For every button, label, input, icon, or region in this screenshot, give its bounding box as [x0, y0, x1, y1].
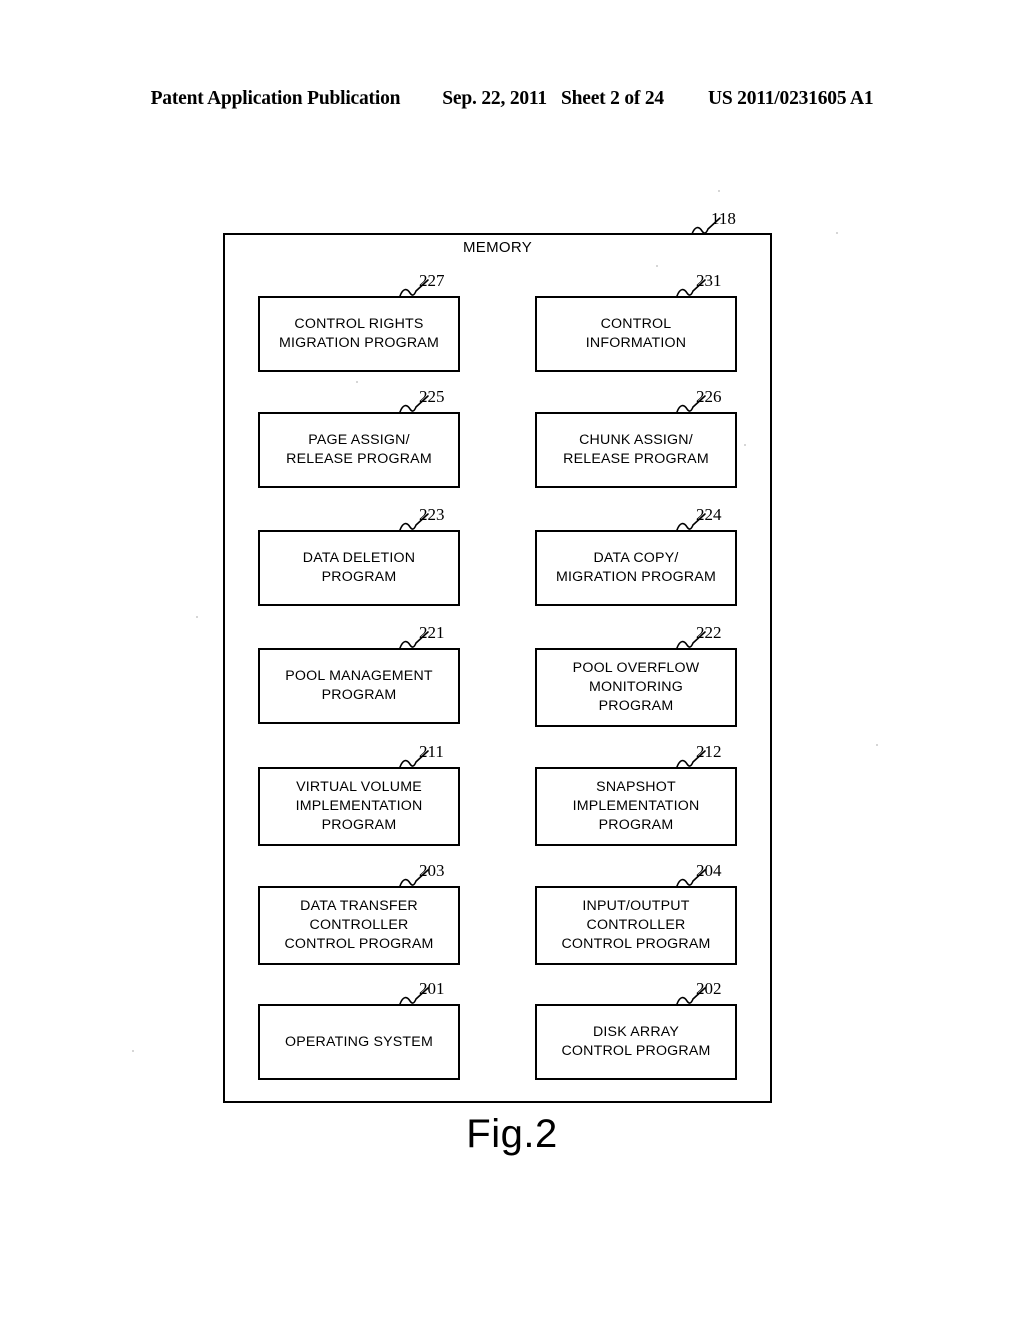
scan-speckle — [836, 232, 838, 234]
memory-block-201-line-1: OPERATING SYSTEM — [285, 1033, 433, 1050]
memory-block-223: DATA DELETION PROGRAM — [258, 530, 460, 606]
memory-block-212-line-3: PROGRAM — [598, 817, 674, 833]
reference-numeral-223: 223 — [419, 505, 445, 524]
memory-block-231-line-1: CONTROL — [600, 316, 672, 332]
memory-block-226: CHUNK ASSIGN/RELEASE PROGRAM — [535, 412, 737, 488]
memory-block-221-line-1: POOL MANAGEMENT — [285, 668, 433, 684]
memory-block-203-line-2: CONTROLLER — [309, 917, 409, 933]
memory-block-212-line-2: IMPLEMENTATION — [572, 798, 700, 814]
memory-block-222-line-3: PROGRAM — [598, 698, 674, 714]
scan-speckle — [744, 444, 746, 446]
memory-block-224: DATA COPY/MIGRATION PROGRAM — [535, 530, 737, 606]
reference-numeral-204: 204 — [696, 861, 722, 880]
memory-block-225-line-1: PAGE ASSIGN/ — [308, 432, 410, 448]
memory-block-227: CONTROL RIGHTS MIGRATION PROGRAM — [258, 296, 460, 372]
memory-block-225-line-2: RELEASE PROGRAM — [286, 451, 432, 467]
scan-speckle — [132, 1050, 134, 1052]
memory-block-221-line-2: PROGRAM — [321, 687, 397, 703]
memory-block-224-line-1: DATA COPY/ — [593, 550, 679, 566]
reference-numeral-225: 225 — [419, 387, 445, 406]
memory-block-231-line-2: INFORMATION — [585, 335, 687, 351]
memory-block-212: SNAPSHOT IMPLEMENTATION PROGRAM — [535, 767, 737, 846]
reference-numeral-203: 203 — [419, 861, 445, 880]
memory-block-226-line-2: RELEASE PROGRAM — [563, 451, 709, 467]
memory-block-223-line-1: DATA DELETION — [302, 550, 416, 566]
memory-block-211: VIRTUAL VOLUME IMPLEMENTATION PROGRAM — [258, 767, 460, 846]
reference-numeral-212: 212 — [696, 742, 722, 761]
reference-numeral-221: 221 — [419, 623, 445, 642]
memory-block-201: OPERATING SYSTEM — [258, 1004, 460, 1080]
memory-block-224-line-2: MIGRATION PROGRAM — [556, 569, 716, 585]
reference-numeral-201: 201 — [419, 979, 445, 998]
reference-numeral-202: 202 — [696, 979, 722, 998]
memory-block-203-line-3: CONTROL PROGRAM — [284, 936, 434, 952]
scan-speckle — [718, 190, 720, 192]
memory-block-222-line-2: MONITORING — [589, 679, 683, 695]
memory-title-label: MEMORY — [462, 239, 533, 256]
reference-numeral-224: 224 — [696, 505, 722, 524]
figure-2-diagram: MEMORY 118 CONTROL RIGHTS MIGRATION PROGR… — [0, 0, 1024, 1320]
memory-block-223-line-2: PROGRAM — [321, 569, 397, 585]
memory-block-211-line-2: IMPLEMENTATION — [295, 798, 423, 814]
memory-block-202-line-2: CONTROL PROGRAM — [561, 1043, 711, 1059]
reference-numeral-227: 227 — [419, 271, 445, 290]
memory-block-212-line-1: SNAPSHOT — [596, 779, 676, 795]
memory-block-211-line-1: VIRTUAL VOLUME — [296, 779, 422, 795]
memory-block-202: DISK ARRAY CONTROL PROGRAM — [535, 1004, 737, 1080]
scan-speckle — [656, 265, 658, 267]
memory-block-203-line-1: DATA TRANSFER — [300, 898, 418, 914]
memory-block-227-line-2: MIGRATION PROGRAM — [279, 335, 439, 351]
scan-speckle — [196, 616, 198, 618]
memory-block-225: PAGE ASSIGN/RELEASE PROGRAM — [258, 412, 460, 488]
reference-numeral-211: 211 — [419, 742, 444, 761]
memory-block-202-line-1: DISK ARRAY — [592, 1024, 680, 1040]
memory-block-204: INPUT/OUTPUT CONTROLLER CONTROL PROGRAM — [535, 886, 737, 965]
memory-block-227-line-1: CONTROL RIGHTS — [294, 316, 424, 332]
memory-block-222: POOL OVERFLOW MONITORING PROGRAM — [535, 648, 737, 727]
memory-block-204-line-1: INPUT/OUTPUT — [582, 898, 690, 914]
scan-speckle — [876, 744, 878, 746]
memory-block-203: DATA TRANSFER CONTROLLER CONTROL PROGRAM — [258, 886, 460, 965]
reference-numeral-226: 226 — [696, 387, 722, 406]
figure-caption: Fig.2 — [466, 1112, 558, 1156]
memory-block-226-line-1: CHUNK ASSIGN/ — [579, 432, 693, 448]
memory-block-222-line-1: POOL OVERFLOW — [572, 660, 700, 676]
reference-numeral-231: 231 — [696, 271, 722, 290]
scan-speckle — [356, 381, 358, 383]
memory-block-211-line-3: PROGRAM — [321, 817, 397, 833]
memory-block-204-line-2: CONTROLLER — [586, 917, 686, 933]
memory-block-221: POOL MANAGEMENT PROGRAM — [258, 648, 460, 724]
memory-block-231: CONTROL INFORMATION — [535, 296, 737, 372]
memory-block-204-line-3: CONTROL PROGRAM — [561, 936, 711, 952]
reference-numeral-118: 118 — [711, 209, 736, 228]
reference-numeral-222: 222 — [696, 623, 722, 642]
